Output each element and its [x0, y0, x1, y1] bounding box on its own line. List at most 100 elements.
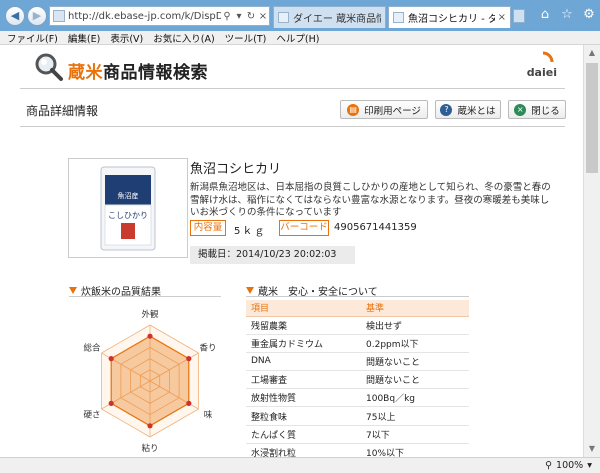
- zoom-control[interactable]: ⚲ 100% ▾: [545, 460, 592, 471]
- radar-point-2: [186, 400, 192, 406]
- standard-cell: 問題ないこと: [361, 352, 469, 372]
- vertical-scrollbar[interactable]: ▲ ▼: [583, 45, 600, 457]
- menu-bar: ファイル(F) 編集(E) 表示(V) お気に入り(A) ツール(T) ヘルプ(…: [0, 31, 600, 45]
- brand-name: daiei: [526, 66, 557, 79]
- tab-label: 魚沼コシヒカリ - ダイエー 蔵米...: [408, 14, 495, 25]
- header-standard: 基準: [361, 300, 469, 317]
- quality-radar-chart: 外観香り味粘り 硬さ 総合: [83, 309, 217, 454]
- radar-point-5: [108, 356, 114, 362]
- rice-bag-image: 魚沼産 こしひかり: [100, 166, 156, 251]
- logo-rest: 商品情報検索: [103, 63, 208, 83]
- logo-accent: 蔵米: [68, 63, 103, 83]
- tab-product[interactable]: 魚沼コシヒカリ - ダイエー 蔵米... ×: [388, 6, 511, 28]
- table-row: 残留農薬 検出せず: [246, 316, 469, 335]
- zoom-dropdown-icon[interactable]: ▾: [587, 460, 592, 471]
- item-cell: たんぱく質: [246, 425, 361, 444]
- tab-search[interactable]: ダイエー 蔵米商品情報検索: [273, 6, 386, 28]
- menu-file[interactable]: ファイル(F): [7, 31, 58, 45]
- search-icon[interactable]: ⚲: [221, 11, 233, 22]
- item-cell: 工場審査: [246, 370, 361, 390]
- safety-table: 項目 基準 残留農薬 検出せず 重金属カドミウム 0.2ppm以下 DNA 問題ないこと工…: [246, 300, 469, 457]
- posted-date: 掲載日：2014/10/23 20:02:03: [190, 246, 355, 264]
- address-bar[interactable]: http://dk.ebase-jp.com/k/DispDetail.do?v…: [49, 6, 270, 26]
- table-row: 重金属カドミウム 0.2ppm以下: [246, 334, 469, 353]
- magnifier-logo-icon: [35, 53, 63, 81]
- radar-point-3: [147, 423, 153, 429]
- item-cell: 整粒食味: [246, 406, 361, 426]
- item-cell: 残留農薬: [246, 316, 361, 335]
- item-cell: 重金属カドミウム: [246, 334, 361, 353]
- address-url[interactable]: http://dk.ebase-jp.com/k/DispDetail.do?v…: [68, 11, 221, 22]
- radar-axis-label: 硬さ: [83, 411, 100, 421]
- close-label: 閉じる: [531, 105, 560, 117]
- question-icon: ?: [440, 103, 453, 116]
- zoom-level: 100%: [556, 460, 584, 471]
- triangle-icon: [246, 287, 254, 294]
- item-cell: 放射性物質: [246, 388, 361, 408]
- radar-axis-label: 香り: [200, 343, 217, 354]
- zoom-icon: ⚲: [545, 460, 553, 471]
- safety-divider: [246, 296, 469, 297]
- capacity-value: 5ｋｇ: [234, 226, 267, 237]
- menu-help[interactable]: ヘルプ(H): [276, 31, 319, 45]
- standard-cell: 10%以下: [361, 443, 469, 457]
- close-button[interactable]: × 閉じる: [508, 100, 566, 119]
- table-row: DNA 問題ないこと: [246, 352, 469, 372]
- settings-gear-icon[interactable]: ⚙: [582, 8, 596, 22]
- barcode-label: バーコード: [279, 220, 329, 236]
- dropdown-icon[interactable]: ▾: [233, 11, 245, 22]
- table-header-row: 項目 基準: [246, 300, 469, 317]
- page-favicon-icon: [53, 10, 65, 22]
- home-icon[interactable]: ⌂: [538, 8, 552, 22]
- radar-axis-label: 総合: [83, 343, 101, 354]
- standard-cell: 75以上: [361, 406, 469, 426]
- title-row: 商品詳細情報 ▤ 印刷用ページ ? 蔵米とは × 閉じる: [20, 93, 566, 127]
- scroll-up-icon[interactable]: ▲: [584, 45, 600, 61]
- menu-view[interactable]: 表示(V): [110, 31, 143, 45]
- close-icon: ×: [514, 103, 527, 116]
- scroll-down-icon[interactable]: ▼: [584, 441, 600, 457]
- radar-point-4: [108, 400, 114, 406]
- print-page-button[interactable]: ▤ 印刷用ページ: [340, 100, 428, 119]
- radar-axis-label: 外観: [141, 309, 159, 320]
- capacity-label: 内容量: [190, 220, 226, 236]
- forward-icon[interactable]: ▶: [27, 6, 47, 26]
- menu-edit[interactable]: 編集(E): [68, 31, 100, 45]
- scroll-thumb[interactable]: [586, 63, 598, 173]
- about-kuramai-button[interactable]: ? 蔵米とは: [435, 100, 501, 119]
- product-description: 新潟県魚沼地区は、日本屈指の良質こしひかりの産地として知られ、冬の豪雪と春の雪解…: [190, 182, 551, 218]
- page-content: 蔵米商品情報検索 daiei 商品詳細情報 ▤ 印刷用ページ ? 蔵米とは × …: [0, 45, 583, 457]
- browser-toolbar-icons: ⌂ ☆ ⚙: [538, 8, 596, 22]
- standard-cell: 7以下: [361, 425, 469, 444]
- standard-cell: 問題ないこと: [361, 370, 469, 390]
- standard-cell: 100Bq／kg: [361, 388, 469, 408]
- site-logo-text: 蔵米商品情報検索: [68, 58, 208, 83]
- barcode-value: 4905671441359: [334, 222, 417, 233]
- printer-icon: ▤: [347, 103, 360, 116]
- menu-tools[interactable]: ツール(T): [225, 31, 267, 45]
- table-row: 放射性物質 100Bq／kg: [246, 388, 469, 408]
- page-title: 商品詳細情報: [26, 104, 99, 118]
- browser-titlebar: ◀ ▶ http://dk.ebase-jp.com/k/DispDetail.…: [0, 0, 600, 31]
- table-row: たんぱく質 7以下: [246, 425, 469, 444]
- status-bar: ⚲ 100% ▾: [0, 457, 600, 473]
- print-label: 印刷用ページ: [364, 105, 421, 117]
- item-cell: DNA: [246, 352, 361, 372]
- tab-favicon-icon: [393, 12, 404, 23]
- new-tab-button[interactable]: [513, 9, 525, 23]
- bag-label: こしひかり: [108, 211, 148, 220]
- radar-axis-label: 粘り: [141, 443, 158, 454]
- tab-close-icon[interactable]: ×: [498, 12, 506, 23]
- table-row: 工場審査 問題ないこと: [246, 370, 469, 390]
- stop-icon[interactable]: ×: [257, 11, 269, 22]
- favorites-star-icon[interactable]: ☆: [560, 8, 574, 22]
- standard-cell: 検出せず: [361, 316, 469, 335]
- menu-favorites[interactable]: お気に入り(A): [153, 31, 214, 45]
- refresh-icon[interactable]: ↻: [245, 11, 257, 22]
- tab-favicon-icon: [278, 12, 289, 23]
- product-name: 魚沼コシヒカリ: [190, 162, 282, 177]
- standard-cell: 0.2ppm以下: [361, 334, 469, 353]
- header-item: 項目: [246, 300, 361, 317]
- item-cell: 水浸割れ粒: [246, 443, 361, 457]
- back-icon[interactable]: ◀: [5, 6, 25, 26]
